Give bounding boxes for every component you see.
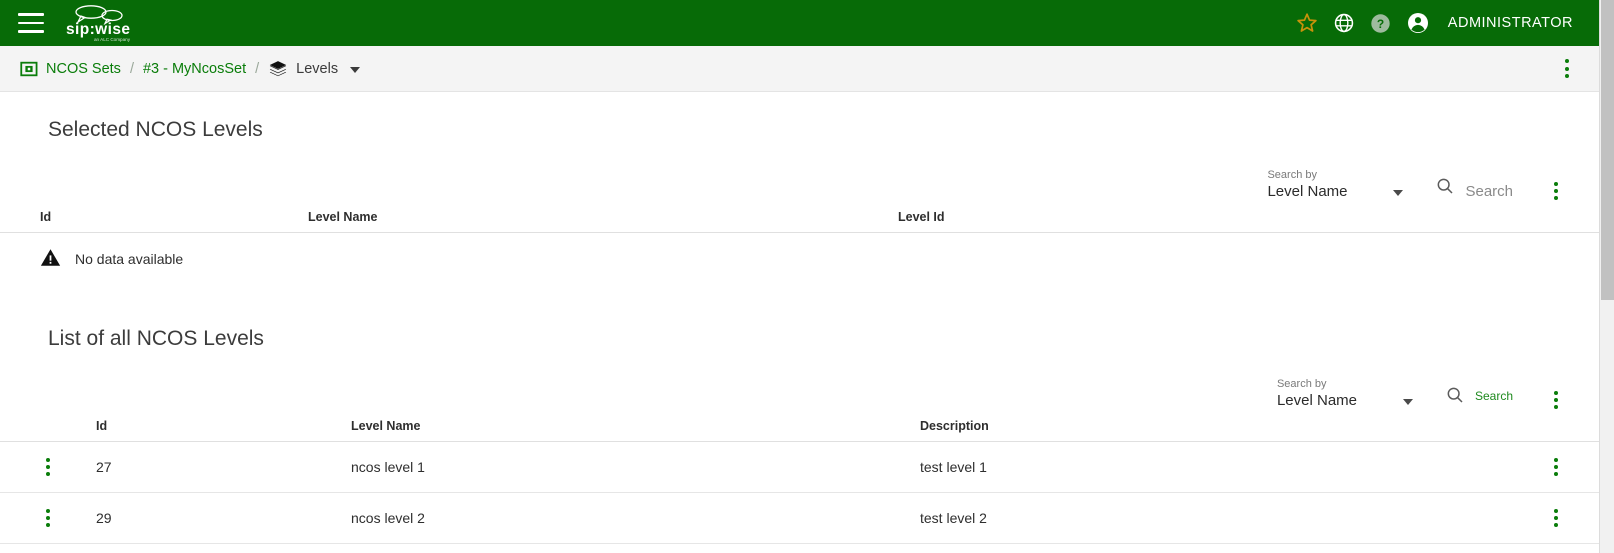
all-ncos-levels-body: 27 ncos level 1 test level 1 29 ncos lev… <box>0 442 1599 544</box>
empty-state-row: No data available <box>0 233 1599 272</box>
empty-state-message: No data available <box>75 251 183 267</box>
cell-id: 29 <box>96 493 351 544</box>
selected-ncos-levels-table: Id Level Name Level Id <box>0 210 1599 271</box>
breadcrumb-separator-2: / <box>255 61 259 77</box>
vertical-scrollbar[interactable] <box>1599 0 1614 553</box>
application-window: sip:wise an ALC Company <box>0 0 1614 553</box>
cell-description: test level 1 <box>920 442 1513 493</box>
selected-panel-title: Selected NCOS Levels <box>0 118 1599 142</box>
ncos-sets-icon <box>20 60 38 78</box>
all-search-by-select[interactable]: Search by Level Name <box>1277 378 1377 411</box>
selected-search-by-chevron-down-icon[interactable] <box>1393 190 1403 196</box>
breadcrumb-item-ncos-sets[interactable]: NCOS Sets <box>46 61 121 77</box>
selected-search-by-value: Level Name <box>1267 182 1367 202</box>
selected-search-by-label: Search by <box>1267 169 1367 182</box>
all-search-by-chevron-down-icon[interactable] <box>1403 399 1413 405</box>
row-more-options-icon[interactable] <box>38 507 58 529</box>
all-search-floating-label: Search <box>1475 389 1513 403</box>
column-header-level-id[interactable]: Level Id <box>898 210 1599 233</box>
all-panel-search-row: Search by Level Name Search <box>0 363 1599 411</box>
search-icon <box>1435 176 1455 201</box>
all-ncos-levels-panel: List of all NCOS Levels Search by Level … <box>0 271 1599 553</box>
column-header-description[interactable]: Description <box>920 419 1513 442</box>
table-row[interactable]: 27 ncos level 1 test level 1 <box>0 442 1599 493</box>
column-header-row-options <box>1513 419 1599 442</box>
row-options-cell <box>1513 493 1599 544</box>
row-actions-cell <box>0 493 96 544</box>
row-actions-cell <box>0 442 96 493</box>
svg-text:?: ? <box>1377 16 1384 30</box>
column-header-level-name[interactable]: Level Name <box>351 419 920 442</box>
column-header-id[interactable]: Id <box>96 419 351 442</box>
breadcrumb-item-ncos-set-id[interactable]: #3 - MyNcosSet <box>143 61 246 77</box>
page-more-options-icon[interactable] <box>1557 58 1577 80</box>
cell-description: test level 2 <box>920 493 1513 544</box>
selected-ncos-levels-panel: Selected NCOS Levels Search by Level Nam… <box>0 92 1599 271</box>
all-search-by-value: Level Name <box>1277 391 1377 411</box>
empty-state: No data available <box>0 247 1599 271</box>
column-header-id[interactable]: Id <box>0 210 308 233</box>
cell-level-name: ncos level 1 <box>351 442 920 493</box>
all-panel-title: List of all NCOS Levels <box>0 327 1599 351</box>
breadcrumb-bar: NCOS Sets / #3 - MyNcosSet / Levels <box>0 46 1599 92</box>
top-app-bar: sip:wise an ALC Company <box>0 0 1599 46</box>
selected-panel-more-options-icon[interactable] <box>1546 180 1566 202</box>
row-end-more-options-icon[interactable] <box>1546 507 1566 529</box>
column-header-level-name[interactable]: Level Name <box>308 210 898 233</box>
hamburger-menu-icon[interactable] <box>18 13 44 33</box>
breadcrumb-item-levels: Levels <box>296 61 338 77</box>
selected-panel-options-wrap <box>1513 180 1599 202</box>
breadcrumb: NCOS Sets / #3 - MyNcosSet / Levels <box>20 59 360 79</box>
breadcrumb-separator-1: / <box>130 61 134 77</box>
scrollbar-thumb[interactable] <box>1601 0 1614 300</box>
user-name-label: ADMINISTRATOR <box>1448 15 1573 31</box>
pagination-bar: |< ‹ 1 › >| Rows per page: 10 Rows found… <box>0 544 1599 553</box>
favorites-star-icon[interactable] <box>1295 11 1319 35</box>
column-header-actions <box>0 419 96 442</box>
topbar-actions: ? ADMINISTRATOR <box>1295 11 1573 35</box>
selected-search-placeholder: Search <box>1465 182 1513 202</box>
table-header-row: Id Level Name Description <box>0 419 1599 442</box>
main-content: Selected NCOS Levels Search by Level Nam… <box>0 92 1599 553</box>
selected-panel-search-row: Search by Level Name Search <box>0 154 1599 202</box>
all-panel-options-wrap <box>1513 389 1599 411</box>
row-more-options-icon[interactable] <box>38 456 58 478</box>
svg-text:sip:wise: sip:wise <box>66 21 130 38</box>
selected-search-by-select[interactable]: Search by Level Name <box>1267 169 1367 202</box>
selected-search-input[interactable]: Search <box>1435 176 1513 202</box>
svg-text:an ALC Company: an ALC Company <box>94 37 131 42</box>
all-ncos-levels-table: Id Level Name Description 27 ncos level … <box>0 419 1599 544</box>
chevron-down-icon[interactable] <box>350 67 360 73</box>
all-search-by-label: Search by <box>1277 378 1377 391</box>
all-panel-more-options-icon[interactable] <box>1546 389 1566 411</box>
layers-icon <box>268 59 288 79</box>
all-search-input[interactable]: Search <box>1445 385 1513 411</box>
warning-triangle-icon <box>40 247 61 271</box>
help-icon[interactable]: ? <box>1369 12 1392 35</box>
row-end-more-options-icon[interactable] <box>1546 456 1566 478</box>
table-row[interactable]: 29 ncos level 2 test level 2 <box>0 493 1599 544</box>
user-account-icon[interactable] <box>1406 11 1430 35</box>
cell-id: 27 <box>96 442 351 493</box>
search-icon <box>1445 385 1465 410</box>
language-globe-icon[interactable] <box>1333 12 1355 34</box>
cell-level-name: ncos level 2 <box>351 493 920 544</box>
sipwise-logo[interactable]: sip:wise an ALC Company <box>64 3 140 43</box>
table-header-row: Id Level Name Level Id <box>0 210 1599 233</box>
row-options-cell <box>1513 442 1599 493</box>
